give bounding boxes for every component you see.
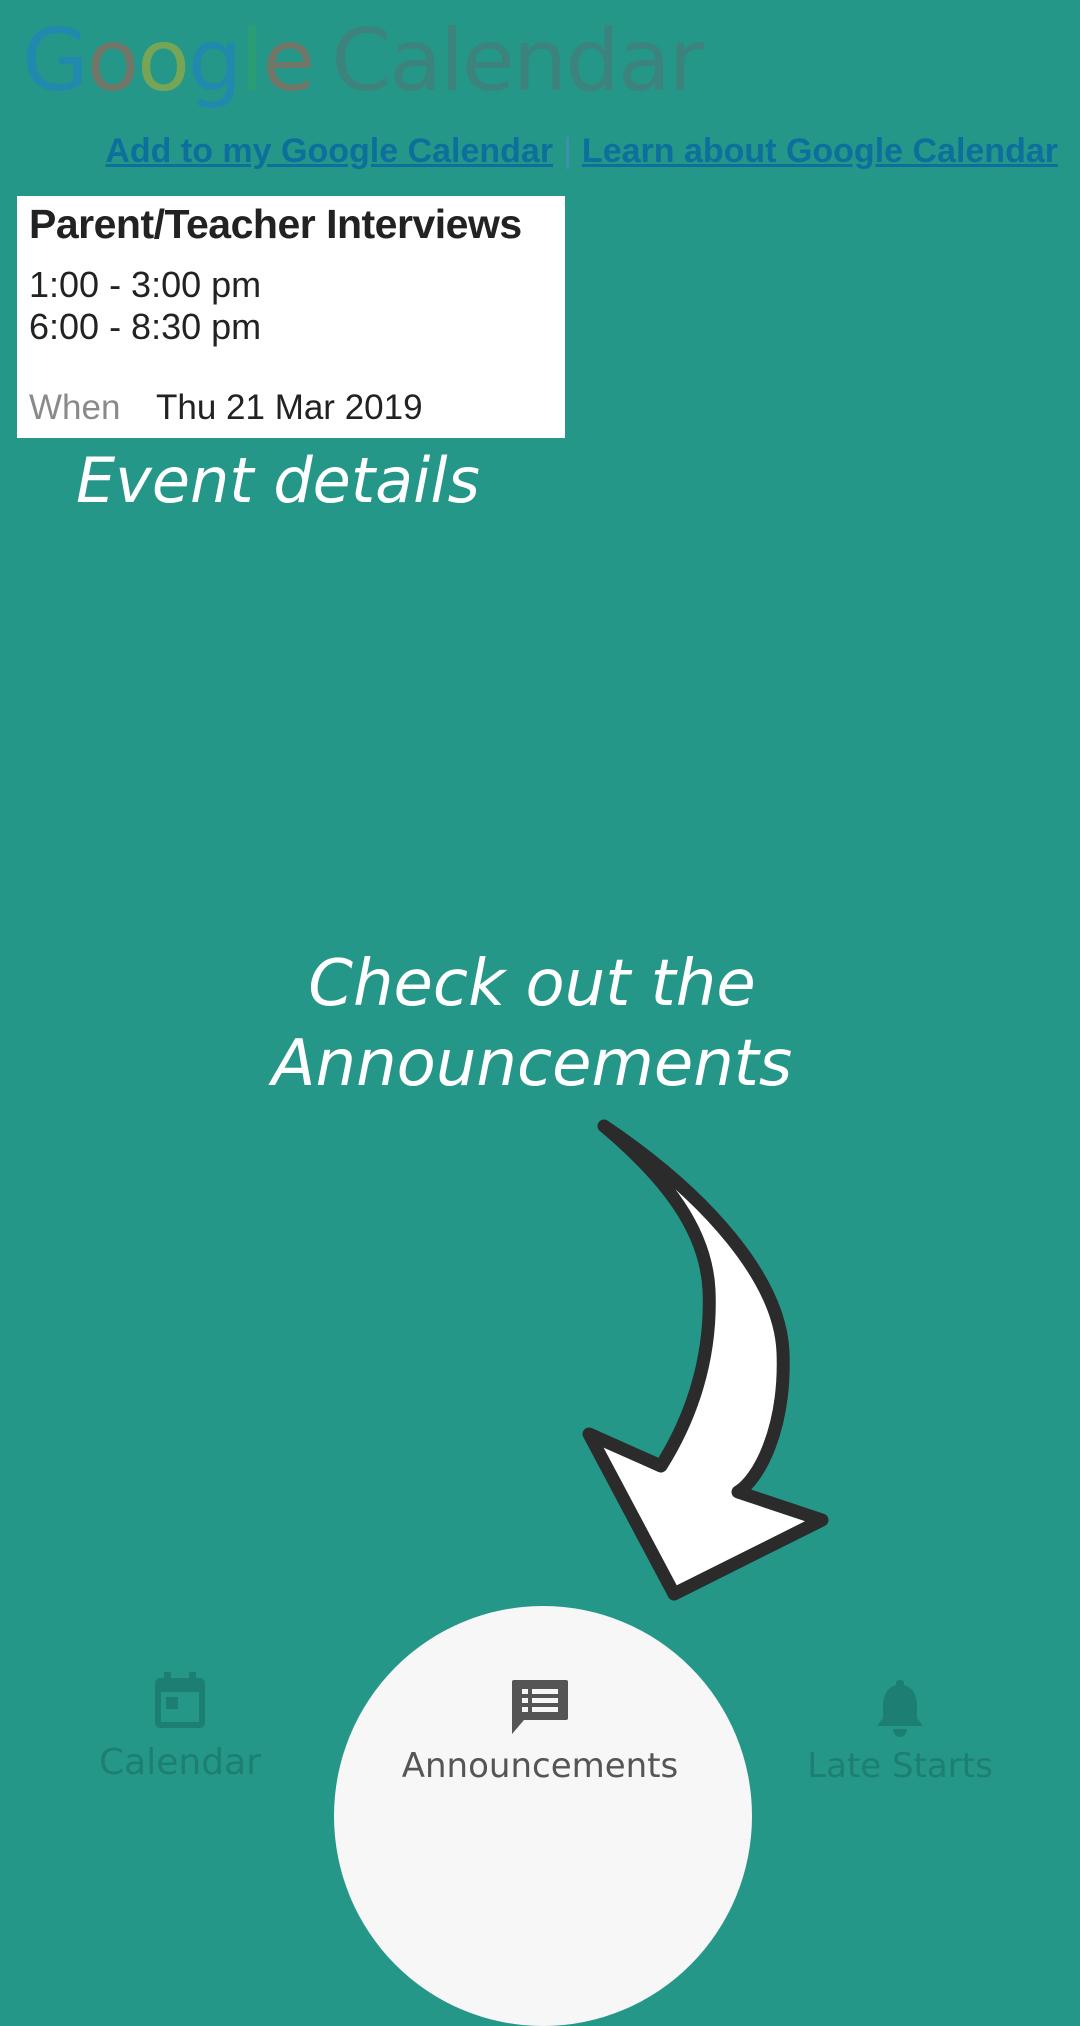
announcement-icon [512, 1680, 568, 1734]
logo-letter: o [137, 11, 190, 111]
learn-about-calendar-link[interactable]: Learn about Google Calendar [582, 132, 1058, 170]
logo-letter: l [240, 11, 265, 111]
logo-letter: G [22, 11, 89, 111]
logo-letter: e [262, 11, 315, 111]
annotation-line: Check out the [308, 947, 756, 1021]
add-to-calendar-link[interactable]: Add to my Google Calendar [105, 132, 553, 170]
tab-label: Announcements [401, 1746, 679, 1786]
annotation-line: Announcements [271, 1027, 793, 1101]
event-time: 6:00 - 8:30 pm [29, 306, 262, 347]
google-calendar-logo: Google Calendar [22, 18, 704, 104]
tab-announcements[interactable]: Announcements [380, 1640, 700, 1804]
logo-letter: o [86, 11, 140, 111]
event-time: 1:00 - 3:00 pm [29, 264, 262, 305]
tab-label: Late Starts [807, 1746, 993, 1786]
tab-calendar[interactable]: Calendar [40, 1640, 320, 1804]
link-separator: | [563, 132, 572, 170]
when-value: Thu 21 Mar 2019 [156, 388, 423, 427]
header-links: Add to my Google Calendar | Learn about Go… [105, 132, 1058, 171]
bottom-navigation: Calendar Announcements Late Starts [0, 1606, 1080, 2026]
calendar-icon [155, 1672, 205, 1728]
tab-late-starts[interactable]: Late Starts [760, 1640, 1040, 1804]
bell-icon [877, 1680, 923, 1737]
check-announcements-annotation: Check out the Announcements [0, 944, 1064, 1104]
event-title: Parent/Teacher Interviews [29, 201, 522, 247]
when-label: When [29, 388, 121, 427]
logo-calendar-word: Calendar [331, 11, 704, 111]
tab-label: Calendar [99, 1742, 261, 1783]
logo-letter: g [187, 11, 243, 111]
event-details-card: Parent/Teacher Interviews 1:00 - 3:00 pm… [17, 196, 565, 438]
event-when-row: When Thu 21 Mar 2019 [29, 388, 423, 428]
event-details-annotation: Event details [76, 444, 480, 517]
curved-arrow-icon [582, 1119, 829, 1601]
